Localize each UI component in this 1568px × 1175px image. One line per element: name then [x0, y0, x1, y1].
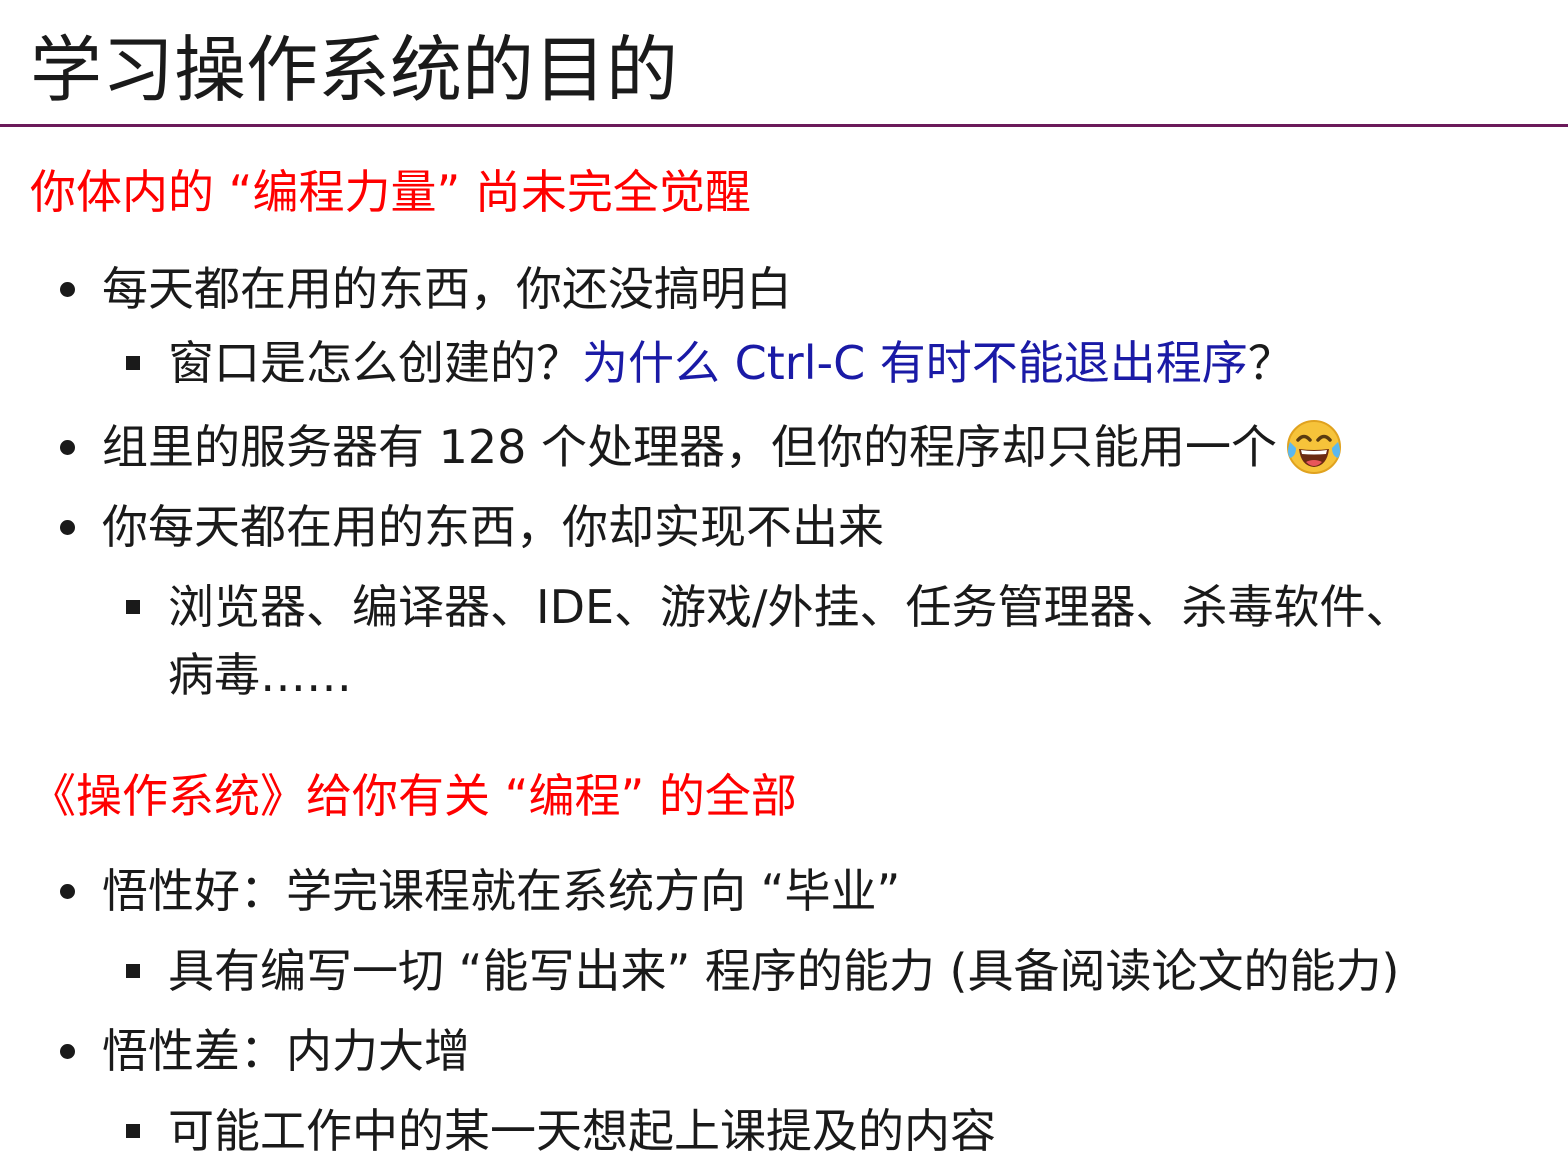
bullet-text-line2: 病毒……: [168, 648, 352, 702]
bullet-text: 悟性好：学完课程就在系统方向 “毕业”: [102, 864, 901, 918]
bullet-dot: [60, 1044, 75, 1059]
bullet-item: 悟性好：学完课程就在系统方向 “毕业”: [60, 858, 901, 924]
bullet-text-end: ？: [1247, 336, 1294, 390]
bullet-item: 你每天都在用的东西，你却实现不出来: [60, 494, 884, 560]
face-with-tears-of-joy-icon: [1285, 418, 1343, 476]
sub-bullet-item: 可能工作中的某一天想起上课提及的内容: [126, 1098, 996, 1164]
bullet-square: [126, 1124, 140, 1138]
bullet-dot: [60, 884, 75, 899]
bullet-square: [126, 600, 140, 614]
section-heading-programming-power: 你体内的 “编程力量” 尚未完全觉醒: [30, 165, 751, 219]
sub-bullet-item: 具有编写一切 “能写出来” 程序的能力 (具备阅读论文的能力): [126, 938, 1400, 1004]
slide-title: 学习操作系统的目的: [30, 28, 679, 112]
bullet-text: 悟性差：内力大增: [102, 1024, 470, 1078]
bullet-dot: [60, 282, 75, 297]
bullet-item: 每天都在用的东西，你还没搞明白: [60, 256, 792, 322]
bullet-text: 你每天都在用的东西，你却实现不出来: [102, 500, 884, 554]
bullet-item: 组里的服务器有 128 个处理器，但你的程序却只能用一个: [60, 414, 1343, 480]
bullet-dot: [60, 520, 75, 535]
bullet-text: 组里的服务器有 128 个处理器，但你的程序却只能用一个: [102, 420, 1278, 474]
bullet-square: [126, 356, 140, 370]
title-divider: [0, 124, 1568, 127]
bullet-text: 每天都在用的东西，你还没搞明白: [102, 262, 792, 316]
section-heading-os-course: 《操作系统》给你有关 “编程” 的全部: [30, 769, 797, 823]
highlighted-text: 为什么 Ctrl-C 有时不能退出程序: [582, 336, 1248, 390]
bullet-text: 可能工作中的某一天想起上课提及的内容: [168, 1104, 996, 1158]
bullet-text: 具有编写一切 “能写出来” 程序的能力 (具备阅读论文的能力): [168, 944, 1400, 998]
bullet-dot: [60, 440, 75, 455]
sub-bullet-item: 浏览器、编译器、IDE、游戏/外挂、任务管理器、杀毒软件、: [126, 574, 1412, 640]
bullet-square: [126, 964, 140, 978]
bullet-item: 悟性差：内力大增: [60, 1018, 470, 1084]
sub-bullet-item: 窗口是怎么创建的？为什么 Ctrl-C 有时不能退出程序？: [126, 330, 1294, 396]
bullet-text-line1: 浏览器、编译器、IDE、游戏/外挂、任务管理器、杀毒软件、: [168, 580, 1412, 634]
bullet-text: 窗口是怎么创建的？: [168, 336, 582, 390]
sub-bullet-continuation: 病毒……: [168, 642, 352, 708]
